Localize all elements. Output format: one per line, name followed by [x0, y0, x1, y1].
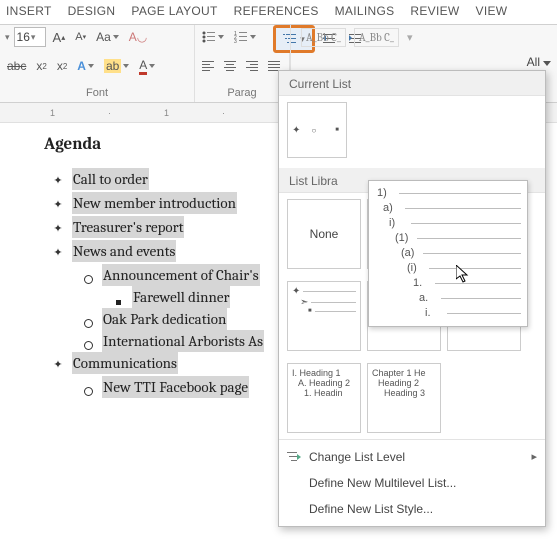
svg-text:3: 3 [234, 39, 237, 43]
list-item-text: Communications [72, 352, 178, 374]
tab-page-layout[interactable]: PAGE LAYOUT [131, 4, 217, 17]
section-current-list: Current List [279, 71, 545, 96]
thumb-chapter[interactable]: Chapter 1 He Heading 2 Heading 3 [367, 363, 441, 433]
cursor-icon [456, 265, 470, 283]
list-item-text: Call to order [72, 168, 149, 190]
styles-all-button[interactable]: All [527, 55, 551, 69]
text-effects-icon[interactable]: A [74, 56, 97, 76]
square-bullet-icon [104, 286, 132, 308]
panel-footer: Change List Level Define New Multilevel … [279, 439, 545, 526]
thumb-current-list[interactable]: ✦ ○ ■ [287, 102, 347, 158]
list-item-text: Treasurer's report [72, 216, 184, 238]
circle-bullet-icon [74, 264, 102, 286]
list-item-text: Announcement of Chair's [102, 264, 260, 286]
circle-bullet-icon [74, 376, 102, 398]
align-right-icon[interactable] [243, 56, 261, 76]
diamond-bullet-icon [44, 216, 72, 240]
thumb-roman-alpha[interactable]: I. Heading 1 A. Heading 2 1. Headin [287, 363, 361, 433]
list-item-text: International Arborists As [102, 330, 264, 352]
superscript-icon[interactable]: x2 [54, 56, 70, 76]
menu-change-list-level[interactable]: Change List Level [279, 444, 545, 470]
grow-font-icon[interactable]: A▴ [50, 27, 69, 47]
numbering-icon[interactable]: 123 [231, 27, 259, 47]
list-item-text: Farewell dinner [132, 286, 230, 308]
font-group-label: Font [4, 85, 190, 102]
highlight-icon[interactable]: ab [101, 56, 132, 76]
list-item-text: News and events [72, 240, 176, 262]
style-preview-2[interactable]: A_Bb C_ [354, 28, 399, 47]
shrink-font-icon[interactable]: A▾ [72, 27, 89, 47]
font-color-icon[interactable]: A [136, 56, 158, 76]
tab-mailings[interactable]: MAILINGS [335, 4, 395, 17]
circle-bullet-icon [74, 308, 102, 330]
tab-view[interactable]: VIEW [476, 4, 508, 17]
menu-define-new-list-style[interactable]: Define New List Style... [279, 496, 545, 522]
paragraph-group-label: Parag [199, 85, 285, 102]
thumb-bullets-hier[interactable]: ✦ ➣ ■ [287, 281, 361, 351]
font-name-dropdown-icon[interactable]: ▾ [5, 32, 10, 43]
thumb-none[interactable]: None [287, 199, 361, 269]
circle-bullet-icon [74, 330, 102, 352]
levels-preview-tooltip: 1)a)i)(1)(a)(i)1.a.i. [368, 180, 528, 327]
list-item-text: Oak Park dedication [102, 308, 227, 330]
diamond-bullet-icon [44, 192, 72, 216]
ribbon-tabs: INSERT DESIGN PAGE LAYOUT REFERENCES MAI… [0, 0, 557, 25]
change-case-icon[interactable]: Aa [93, 27, 122, 47]
font-group: ▾ 16▾ A▴ A▾ Aa A◡ abc x2 x2 A ab A Font [0, 25, 195, 102]
strikethrough-icon[interactable]: abc [4, 56, 29, 76]
change-level-icon [287, 451, 301, 463]
diamond-bullet-icon [44, 168, 72, 192]
tab-review[interactable]: REVIEW [410, 4, 459, 17]
tab-references[interactable]: REFERENCES [234, 4, 319, 17]
style-preview-1[interactable]: A_Bb C_ [301, 28, 346, 47]
font-size-box[interactable]: 16▾ [14, 27, 46, 47]
list-item-text: New TTI Facebook page [102, 376, 249, 398]
list-item-text: New member introduction [72, 192, 237, 214]
bullets-icon[interactable] [199, 27, 227, 47]
subscript-icon[interactable]: x2 [33, 56, 49, 76]
tab-design[interactable]: DESIGN [68, 4, 116, 17]
clear-formatting-icon[interactable]: A◡ [126, 27, 150, 47]
menu-define-new-multilevel[interactable]: Define New Multilevel List... [279, 470, 545, 496]
align-left-icon[interactable] [199, 56, 217, 76]
align-center-icon[interactable] [221, 56, 239, 76]
tab-insert[interactable]: INSERT [6, 4, 52, 17]
diamond-bullet-icon [44, 352, 72, 376]
diamond-bullet-icon [44, 240, 72, 264]
